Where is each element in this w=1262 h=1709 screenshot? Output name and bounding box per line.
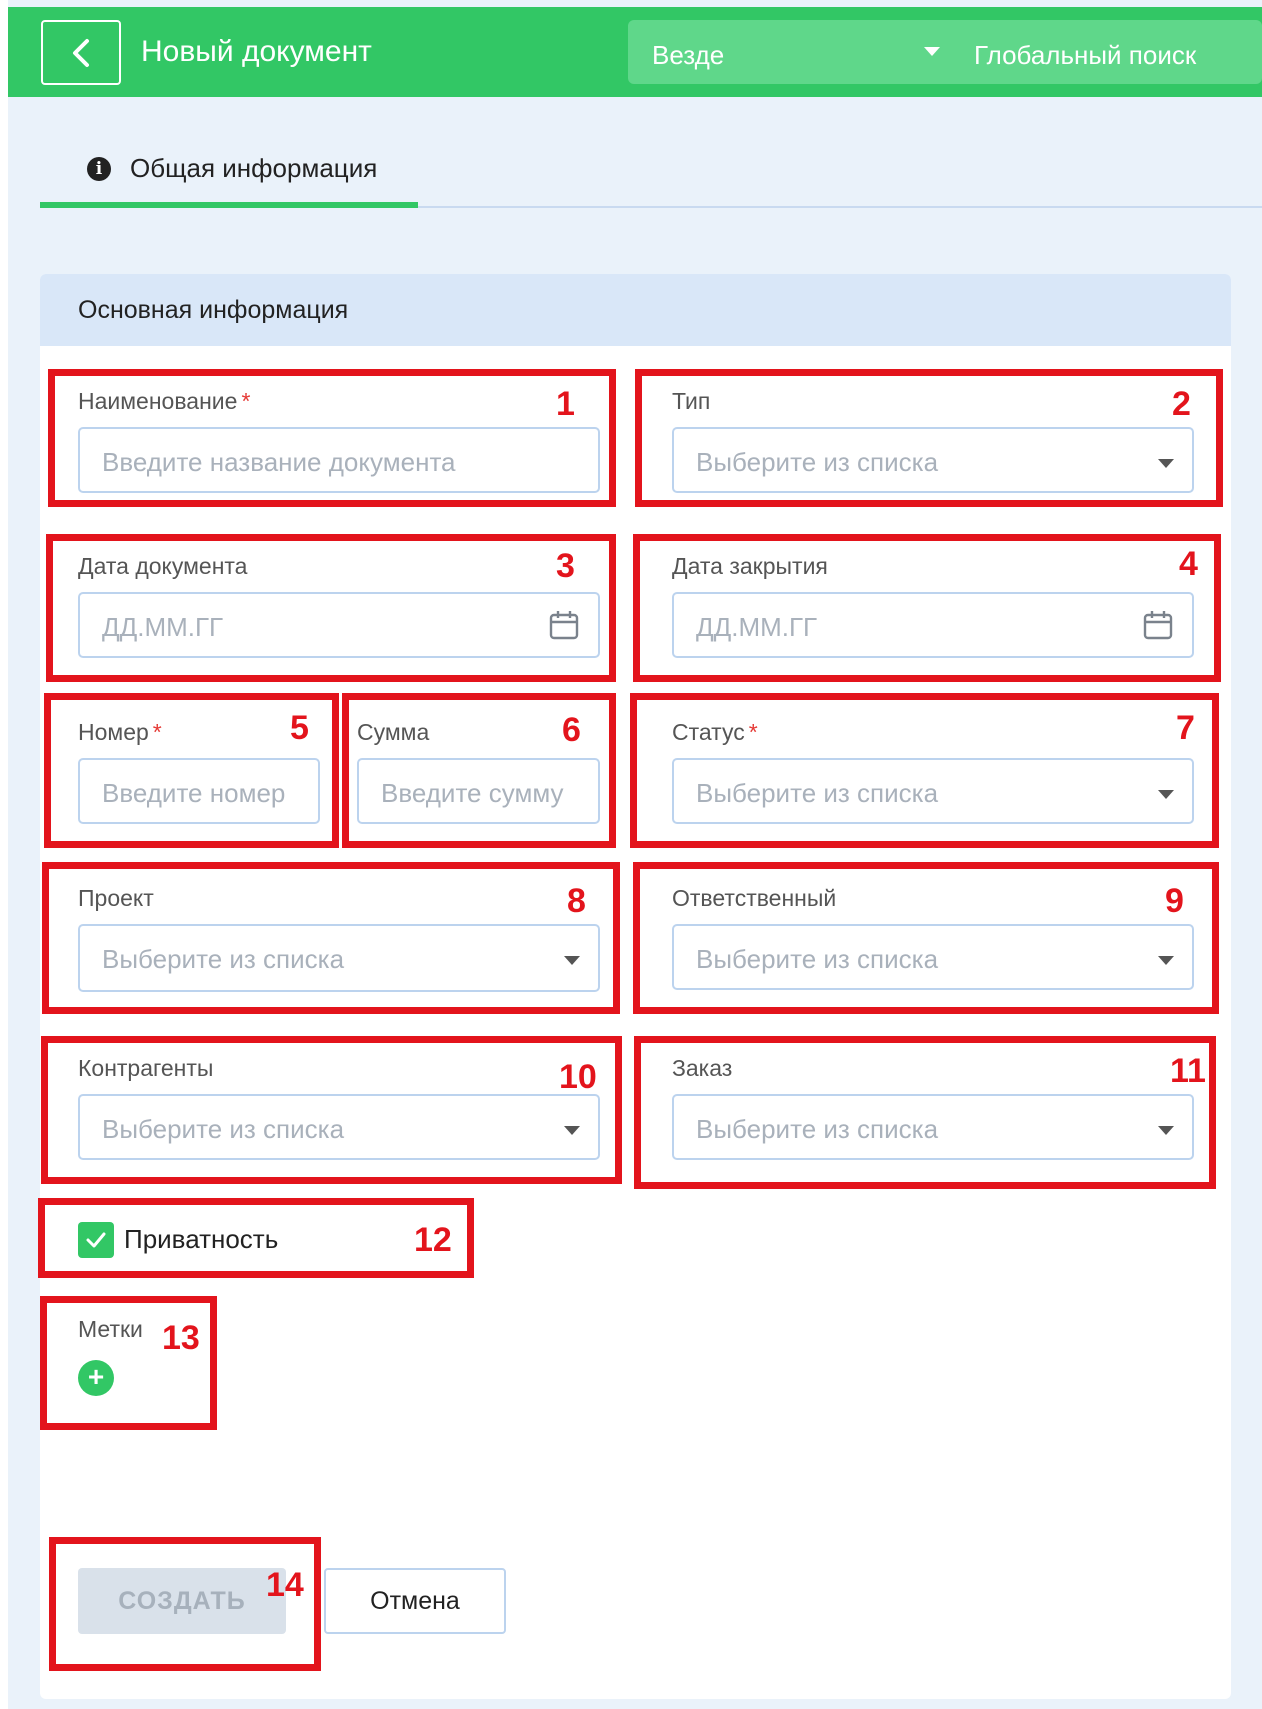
global-search-input[interactable]: Глобальный поиск [974,40,1196,71]
annotation-box-11 [634,1036,1216,1189]
annotation-box-2 [635,369,1223,507]
annotation-number: 7 [1176,709,1195,747]
annotation-box-4 [633,534,1221,682]
page-title: Новый документ [141,35,372,68]
annotation-number: 11 [1170,1052,1206,1090]
search-scope-select[interactable]: Везде [652,40,724,71]
annotation-number: 12 [414,1221,452,1259]
annotation-box-1 [48,369,616,507]
chevron-left-icon [73,38,89,67]
search-bar: Везде Глобальный поиск [628,20,1262,84]
annotation-number: 3 [556,547,575,585]
cancel-button[interactable]: Отмена [324,1568,506,1634]
annotation-number: 10 [559,1058,597,1096]
chevron-down-icon[interactable] [924,47,940,56]
annotation-number: 5 [290,709,309,747]
top-bar: Новый документ Везде Глобальный поиск [8,7,1262,97]
annotation-box-7 [630,693,1219,848]
annotation-number: 9 [1165,882,1184,920]
back-button[interactable] [41,20,121,85]
annotation-number: 2 [1172,385,1191,423]
tab-general-info[interactable]: i Общая информация [40,140,418,208]
annotation-number: 8 [567,882,586,920]
tab-divider [418,206,1262,208]
info-icon: i [87,157,111,181]
annotation-number: 4 [1179,545,1198,583]
annotation-number: 6 [562,711,581,749]
annotation-box-8 [42,862,620,1014]
annotation-box-10 [41,1036,622,1184]
card-title: Основная информация [78,296,349,324]
annotation-box-12 [38,1198,474,1278]
annotation-box-9 [633,862,1219,1014]
tab-label: Общая информация [130,153,378,183]
annotation-number: 1 [556,385,575,423]
annotation-number: 13 [162,1319,200,1357]
card-header: Основная информация [40,274,1231,346]
annotation-box-3 [46,534,616,682]
annotation-number: 14 [266,1566,304,1604]
annotation-box-13 [40,1296,217,1430]
